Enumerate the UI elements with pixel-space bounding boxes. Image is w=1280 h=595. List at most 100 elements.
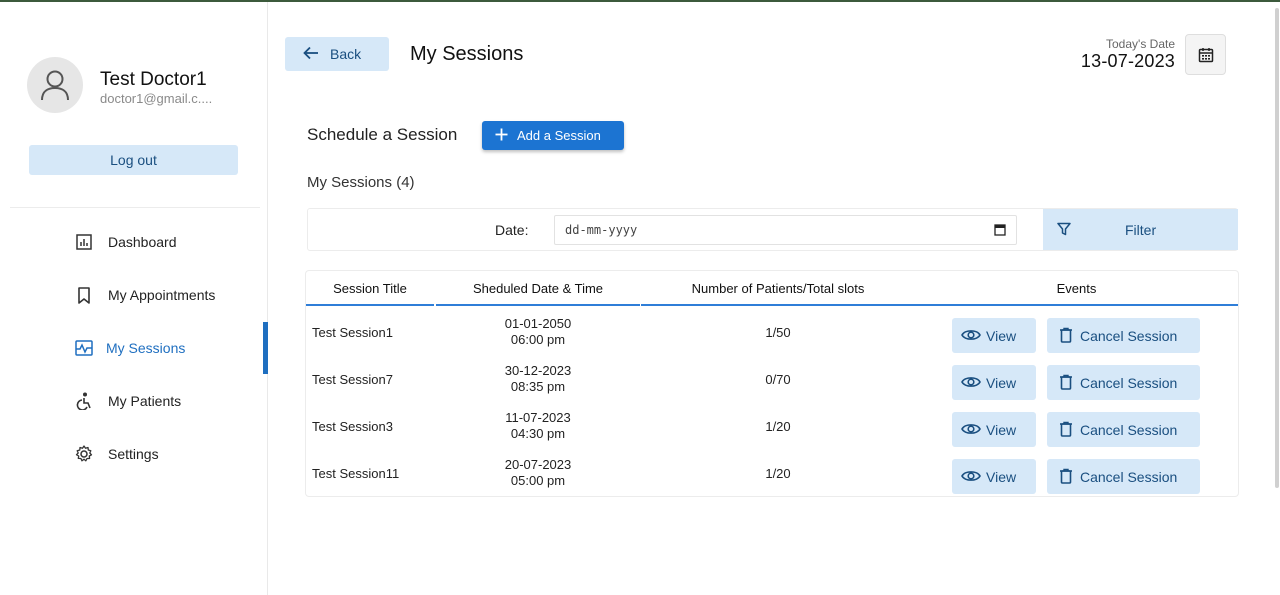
cancel-session-label: Cancel Session	[1080, 328, 1178, 344]
header-underline	[641, 304, 915, 306]
sidebar-divider	[10, 207, 260, 208]
today-date-value: 13-07-2023	[1080, 51, 1175, 71]
eye-icon	[961, 469, 981, 486]
logout-button[interactable]: Log out	[29, 145, 238, 175]
eye-icon	[961, 375, 981, 392]
sidebar-item-label: Dashboard	[108, 234, 177, 250]
table-row: Test Session7 30-12-2023 08:35 pm 0/70 V…	[306, 358, 1238, 405]
header-underline	[306, 304, 434, 306]
session-patients: 0/70	[765, 372, 791, 387]
session-time: 04:30 pm	[510, 426, 566, 441]
session-time: 05:00 pm	[510, 473, 566, 488]
trash-icon	[1059, 327, 1073, 346]
cancel-session-button[interactable]: Cancel Session	[1047, 365, 1200, 400]
column-header-events: Events	[1056, 281, 1097, 296]
session-date: 11-07-2023	[505, 410, 571, 425]
add-session-label: Add a Session	[517, 128, 601, 143]
column-header-datetime: Sheduled Date & Time	[472, 281, 604, 296]
filter-button[interactable]: Filter	[1043, 209, 1238, 250]
cancel-session-label: Cancel Session	[1080, 469, 1178, 485]
view-label: View	[986, 328, 1017, 344]
cancel-session-button[interactable]: Cancel Session	[1047, 459, 1200, 494]
avatar	[27, 57, 83, 113]
back-button-label: Back	[330, 46, 362, 62]
schedule-session-label: Schedule a Session	[307, 125, 458, 144]
cancel-session-button[interactable]: Cancel Session	[1047, 412, 1200, 447]
sidebar-item-label: My Patients	[108, 393, 182, 409]
session-date: 30-12-2023	[504, 363, 572, 378]
table-row: Test Session11 20-07-2023 05:00 pm 1/20 …	[306, 452, 1238, 499]
doctor-name: Test Doctor1	[100, 69, 207, 90]
session-datetime: 30-12-2023 08:35 pm	[436, 363, 640, 395]
session-patients: 1/20	[765, 466, 791, 481]
view-button[interactable]: View	[952, 365, 1036, 400]
header-underline	[915, 304, 1238, 306]
date-placeholder: dd-mm-yyyy	[565, 223, 638, 237]
sidebar-item-label: My Sessions	[106, 340, 186, 356]
session-date: 20-07-2023	[504, 457, 572, 472]
header-underline	[436, 304, 640, 306]
calendar-icon[interactable]	[994, 223, 1006, 239]
sessions-count: My Sessions (4)	[307, 174, 415, 191]
session-patients: 1/20	[765, 419, 791, 434]
add-session-button[interactable]: Add a Session	[482, 121, 624, 150]
filter-button-label: Filter	[1125, 222, 1157, 238]
session-time: 06:00 pm	[510, 332, 566, 347]
session-patients: 1/50	[765, 325, 791, 340]
table-row: Test Session1 01-01-2050 06:00 pm 1/50 V…	[306, 311, 1238, 358]
cancel-session-label: Cancel Session	[1080, 375, 1178, 391]
session-datetime: 20-07-2023 05:00 pm	[436, 457, 640, 489]
column-header-title: Session Title	[333, 281, 407, 296]
cancel-session-button[interactable]: Cancel Session	[1047, 318, 1200, 353]
table-row: Test Session3 11-07-2023 04:30 pm 1/20 V…	[306, 405, 1238, 452]
view-button[interactable]: View	[952, 318, 1036, 353]
sessions-table: Session Title Sheduled Date & Time Numbe…	[305, 270, 1239, 497]
dashboard-icon	[74, 232, 94, 252]
trash-icon	[1059, 421, 1073, 440]
session-title: Test Session1	[312, 325, 393, 340]
gear-icon	[74, 444, 94, 464]
view-button[interactable]: View	[952, 459, 1036, 494]
view-button[interactable]: View	[952, 412, 1036, 447]
today-date-label: Today's Date	[1106, 37, 1175, 51]
calendar-icon	[1198, 47, 1213, 62]
sidebar-item-patients[interactable]: My Patients	[0, 375, 268, 427]
sidebar-item-appointments[interactable]: My Appointments	[0, 269, 268, 321]
sidebar-item-dashboard[interactable]: Dashboard	[0, 216, 268, 268]
eye-icon	[961, 328, 981, 345]
page-scrollbar[interactable]	[1275, 8, 1279, 488]
page-title: My Sessions	[410, 43, 524, 65]
eye-icon	[961, 422, 981, 439]
sidebar-item-settings[interactable]: Settings	[0, 428, 268, 480]
user-icon	[41, 70, 69, 101]
plus-icon	[494, 127, 509, 145]
trash-icon	[1059, 374, 1073, 393]
calendar-button[interactable]	[1185, 34, 1226, 75]
back-button[interactable]: Back	[285, 37, 389, 71]
date-filter-input[interactable]: dd-mm-yyyy	[554, 215, 1017, 245]
session-title: Test Session7	[312, 372, 393, 387]
session-time: 08:35 pm	[510, 379, 566, 394]
sidebar-item-label: My Appointments	[108, 287, 216, 303]
cancel-session-label: Cancel Session	[1080, 422, 1178, 438]
filter-bar: Date: dd-mm-yyyy Filter	[307, 208, 1238, 251]
accessible-icon	[74, 391, 94, 411]
filter-icon	[1057, 222, 1071, 239]
trash-icon	[1059, 468, 1073, 487]
arrow-left-icon	[303, 46, 319, 63]
session-datetime: 11-07-2023 04:30 pm	[436, 410, 640, 442]
date-filter-label: Date:	[495, 222, 529, 238]
doctor-email: doctor1@gmail.c....	[100, 91, 213, 106]
session-title: Test Session3	[312, 419, 393, 434]
session-date: 01-01-2050	[504, 316, 572, 331]
sidebar-item-sessions[interactable]: My Sessions	[0, 322, 268, 374]
session-datetime: 01-01-2050 06:00 pm	[436, 316, 640, 348]
sessions-icon	[74, 338, 94, 358]
column-header-patients: Number of Patients/Total slots	[691, 281, 865, 296]
view-label: View	[986, 422, 1017, 438]
sidebar: Test Doctor1 doctor1@gmail.c.... Log out…	[0, 2, 268, 595]
view-label: View	[986, 375, 1017, 391]
session-title: Test Session11	[312, 466, 400, 481]
sidebar-item-label: Settings	[108, 446, 159, 462]
view-label: View	[986, 469, 1017, 485]
